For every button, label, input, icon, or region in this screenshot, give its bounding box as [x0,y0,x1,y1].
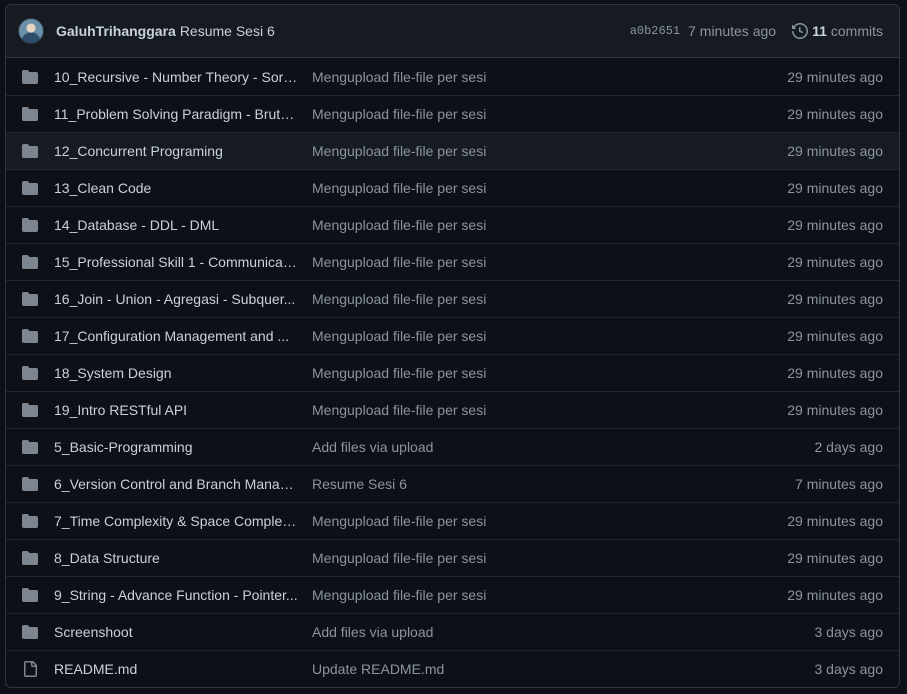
file-name-link[interactable]: README.md [54,661,298,677]
commit-age: 29 minutes ago [787,217,883,233]
folder-icon [22,180,38,196]
file-row[interactable]: 16_Join - Union - Agregasi - Subquer... M… [6,280,899,317]
commit-message-link[interactable]: Mengupload file-file per sesi [312,217,787,233]
file-row[interactable]: 7_Time Complexity & Space Complex... Meng… [6,502,899,539]
commits-label: commits [830,23,883,39]
commit-message-link[interactable]: Add files via upload [312,439,815,455]
commit-message-link[interactable]: Mengupload file-file per sesi [312,513,787,529]
file-name-link[interactable]: 18_System Design [54,365,298,381]
commit-age: 29 minutes ago [787,68,883,85]
commit-age: 29 minutes ago [787,180,883,196]
file-row[interactable]: README.md Update README.md 3 days ago [6,650,899,687]
file-name-link[interactable]: 5_Basic-Programming [54,439,298,455]
file-name-link[interactable]: 19_Intro RESTful API [54,402,298,418]
file-row[interactable]: 11_Problem Solving Paradigm - Brute... Me… [6,95,899,132]
folder-icon [22,513,38,529]
commit-message-link[interactable]: Mengupload file-file per sesi [312,328,787,344]
file-row[interactable]: 13_Clean Code Mengupload file-file per se… [6,169,899,206]
commit-age: 29 minutes ago [787,513,883,529]
folder-icon [22,143,38,159]
commit-message-link[interactable]: Mengupload file-file per sesi [312,180,787,196]
commit-age: 29 minutes ago [787,106,883,122]
commit-message-link[interactable]: Mengupload file-file per sesi [312,69,787,85]
commit-message-link[interactable]: Mengupload file-file per sesi [312,254,787,270]
latest-commit-header: GaluhTrihanggara Resume Sesi 6 a0b2651 7… [6,5,899,58]
commit-age: 29 minutes ago [787,143,883,159]
file-name-link[interactable]: 7_Time Complexity & Space Complex... [54,513,298,529]
commit-age: 29 minutes ago [787,587,883,603]
folder-icon [22,587,38,603]
commit-sha[interactable]: a0b2651 [630,24,680,38]
file-name-link[interactable]: 15_Professional Skill 1 - Communicati... [54,254,298,270]
file-name-link[interactable]: 9_String - Advance Function - Pointer... [54,587,298,603]
file-row[interactable]: 9_String - Advance Function - Pointer...… [6,576,899,613]
commit-age: 3 days ago [814,624,884,640]
file-name-link[interactable]: 14_Database - DDL - DML [54,217,298,233]
file-row[interactable]: 12_Concurrent Programing Mengupload file-… [6,132,899,169]
folder-icon [22,291,38,307]
commit-message-link[interactable]: Mengupload file-file per sesi [312,291,787,307]
file-row[interactable]: 17_Configuration Management and ... Mengu… [6,317,899,354]
file-icon [22,661,38,677]
file-name-link[interactable]: 11_Problem Solving Paradigm - Brute... [54,106,298,122]
commit-message-link[interactable]: Mengupload file-file per sesi [312,143,787,159]
commit-age: 7 minutes ago [795,476,883,492]
commit-message-link[interactable]: Mengupload file-file per sesi [312,365,787,381]
file-row[interactable]: 5_Basic-Programming Add files via upload 2… [6,428,899,465]
commit-message-link[interactable]: Add files via upload [312,624,815,640]
file-name-link[interactable]: 13_Clean Code [54,180,298,196]
file-row[interactable]: 18_System Design Mengupload file-file per… [6,354,899,391]
file-row[interactable]: 14_Database - DDL - DML Mengupload file-f… [6,206,899,243]
avatar[interactable] [18,18,44,44]
commit-time: 7 minutes ago [688,23,777,39]
file-name-link[interactable]: 8_Data Structure [54,550,298,566]
folder-icon [22,254,38,270]
file-name-link[interactable]: 6_Version Control and Branch Manag... [54,476,298,492]
commit-age: 29 minutes ago [787,365,883,381]
commit-message-link[interactable]: Mengupload file-file per sesi [312,402,787,418]
file-name-link[interactable]: 12_Concurrent Programing [54,143,298,159]
folder-icon [22,217,38,233]
file-name-link[interactable]: Screenshoot [54,624,298,640]
file-name-link[interactable]: 10_Recursive - Number Theory - Sort... [54,69,298,85]
commit-age: 29 minutes ago [787,402,883,418]
commit-age: 29 minutes ago [787,254,883,270]
file-name-link[interactable]: 17_Configuration Management and ... [54,328,298,344]
commit-message-link[interactable]: Mengupload file-file per sesi [312,106,787,122]
commit-message-link[interactable]: Update README.md [312,661,815,677]
folder-icon [22,402,38,418]
file-row[interactable]: 10_Recursive - Number Theory - Sort... Me… [6,58,899,95]
file-name-link[interactable]: 16_Join - Union - Agregasi - Subquer... [54,291,298,307]
folder-icon [22,476,38,492]
commit-message-link[interactable]: Mengupload file-file per sesi [312,550,787,566]
file-row[interactable]: 8_Data Structure Mengupload file-file per… [6,539,899,576]
commit-age: 2 days ago [814,439,884,455]
folder-icon [22,328,38,344]
commit-age: 29 minutes ago [787,328,883,344]
folder-icon [22,550,38,566]
file-browser: GaluhTrihanggara Resume Sesi 6 a0b2651 7… [5,4,900,688]
file-row[interactable]: 6_Version Control and Branch Manag... Res… [6,465,899,502]
file-row[interactable]: Screenshoot Add files via upload 3 days ag… [6,613,899,650]
history-icon [792,23,808,39]
folder-icon [22,439,38,455]
file-list: 10_Recursive - Number Theory - Sort... Me… [6,58,899,687]
commit-message-link[interactable]: Resume Sesi 6 [312,476,795,492]
folder-icon [22,365,38,381]
commit-message-link[interactable]: Mengupload file-file per sesi [312,587,787,603]
file-row[interactable]: 19_Intro RESTful API Mengupload file-file… [6,391,899,428]
commit-age: 29 minutes ago [787,550,883,566]
folder-icon [22,106,38,122]
commit-age: 29 minutes ago [787,291,883,307]
commit-message[interactable]: Resume Sesi 6 [180,23,275,39]
file-row[interactable]: 15_Professional Skill 1 - Communicati...… [6,243,899,280]
folder-icon [22,624,38,640]
commit-age: 3 days ago [814,661,884,677]
commit-author[interactable]: GaluhTrihanggara [56,23,176,39]
folder-icon [22,69,38,85]
commit-count: 11 [812,23,827,39]
commits-link[interactable]: 11 commits [792,23,883,39]
